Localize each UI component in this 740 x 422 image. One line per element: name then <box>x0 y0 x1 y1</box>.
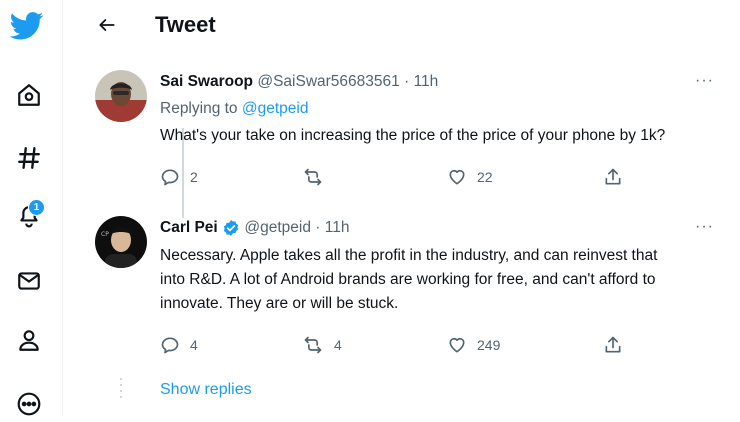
author-handle[interactable]: @getpeid <box>244 218 311 238</box>
verified-badge-icon <box>222 219 240 237</box>
retweet-button[interactable] <box>302 165 334 189</box>
reply-icon <box>161 337 179 354</box>
tweet-time[interactable]: 11h <box>325 218 350 238</box>
tweet-author-line: Carl Pei @getpeid · 11h <box>160 218 349 238</box>
back-arrow-icon[interactable] <box>92 10 122 40</box>
replying-label: Replying to <box>160 100 238 117</box>
svg-text:CP: CP <box>101 231 109 238</box>
retweet-icon <box>304 336 322 354</box>
page-header: Tweet <box>62 0 740 54</box>
tweet-actions: 2 22 <box>160 165 630 189</box>
more-circle-icon[interactable] <box>11 386 47 422</box>
page-title: Tweet <box>155 12 216 37</box>
like-button[interactable]: 249 <box>447 333 500 357</box>
replying-to-link[interactable]: @getpeid <box>242 100 309 117</box>
like-button[interactable]: 22 <box>447 165 493 189</box>
reply-icon <box>161 169 179 186</box>
tweet-text-line: innovate. They are or will be stuck. <box>160 295 399 312</box>
retweet-count: 4 <box>334 337 342 353</box>
messages-mail-icon[interactable] <box>11 263 47 299</box>
more-options-icon[interactable]: ··· <box>695 72 714 90</box>
retweet-button[interactable]: 4 <box>302 333 342 357</box>
tweet-text-line: into R&D. A lot of Android brands are wo… <box>160 271 656 288</box>
tweet-text: Necessary. Apple takes all the profit in… <box>160 244 710 316</box>
profile-person-icon[interactable] <box>11 322 47 358</box>
reply-count: 2 <box>190 169 198 185</box>
tweet-text-line: Necessary. Apple takes all the profit in… <box>160 247 658 264</box>
separator-dot: · <box>404 73 410 90</box>
share-icon <box>605 336 621 353</box>
reply-button[interactable]: 2 <box>160 165 198 189</box>
tweet-author-line: Sai Swaroop @SaiSwar56683561 · 11h <box>160 72 438 92</box>
separator-dot: · <box>315 219 321 236</box>
tweet-text: What's your take on increasing the price… <box>160 127 666 144</box>
avatar[interactable]: CP <box>95 216 147 268</box>
tweet-actions: 4 4 249 <box>160 333 630 357</box>
retweet-icon <box>304 168 322 186</box>
main-tweet[interactable]: CP Carl Pei @getpeid · 11h ··· Necessary… <box>62 212 740 372</box>
share-button[interactable] <box>603 333 633 357</box>
home-icon[interactable] <box>11 77 47 113</box>
show-replies-link[interactable]: Show replies <box>160 381 252 399</box>
author-name[interactable]: Sai Swaroop <box>160 72 253 92</box>
twitter-logo-icon[interactable] <box>9 8 45 44</box>
author-handle[interactable]: @SaiSwar56683561 <box>257 72 399 92</box>
reply-tweet[interactable]: Sai Swaroop @SaiSwar56683561 · 11h ··· R… <box>62 66 740 218</box>
share-icon <box>605 168 621 185</box>
avatar[interactable] <box>95 70 147 122</box>
more-options-icon[interactable]: ··· <box>695 218 714 236</box>
replying-to-line: Replying to @getpeid <box>160 100 308 118</box>
thread-dotted-line <box>120 378 122 402</box>
explore-hashtag-icon[interactable] <box>11 140 47 176</box>
notifications-bell-icon[interactable]: 1 <box>11 197 47 233</box>
heart-icon <box>449 169 465 185</box>
like-count: 22 <box>477 169 493 185</box>
tweet-time[interactable]: 11h <box>414 72 439 92</box>
sidebar-nav: 1 <box>0 0 62 416</box>
notification-count-badge: 1 <box>28 199 45 216</box>
reply-count: 4 <box>190 337 198 353</box>
share-button[interactable] <box>603 165 633 189</box>
reply-button[interactable]: 4 <box>160 333 198 357</box>
like-count: 249 <box>477 337 501 353</box>
heart-icon <box>449 337 465 353</box>
author-name[interactable]: Carl Pei <box>160 218 218 238</box>
